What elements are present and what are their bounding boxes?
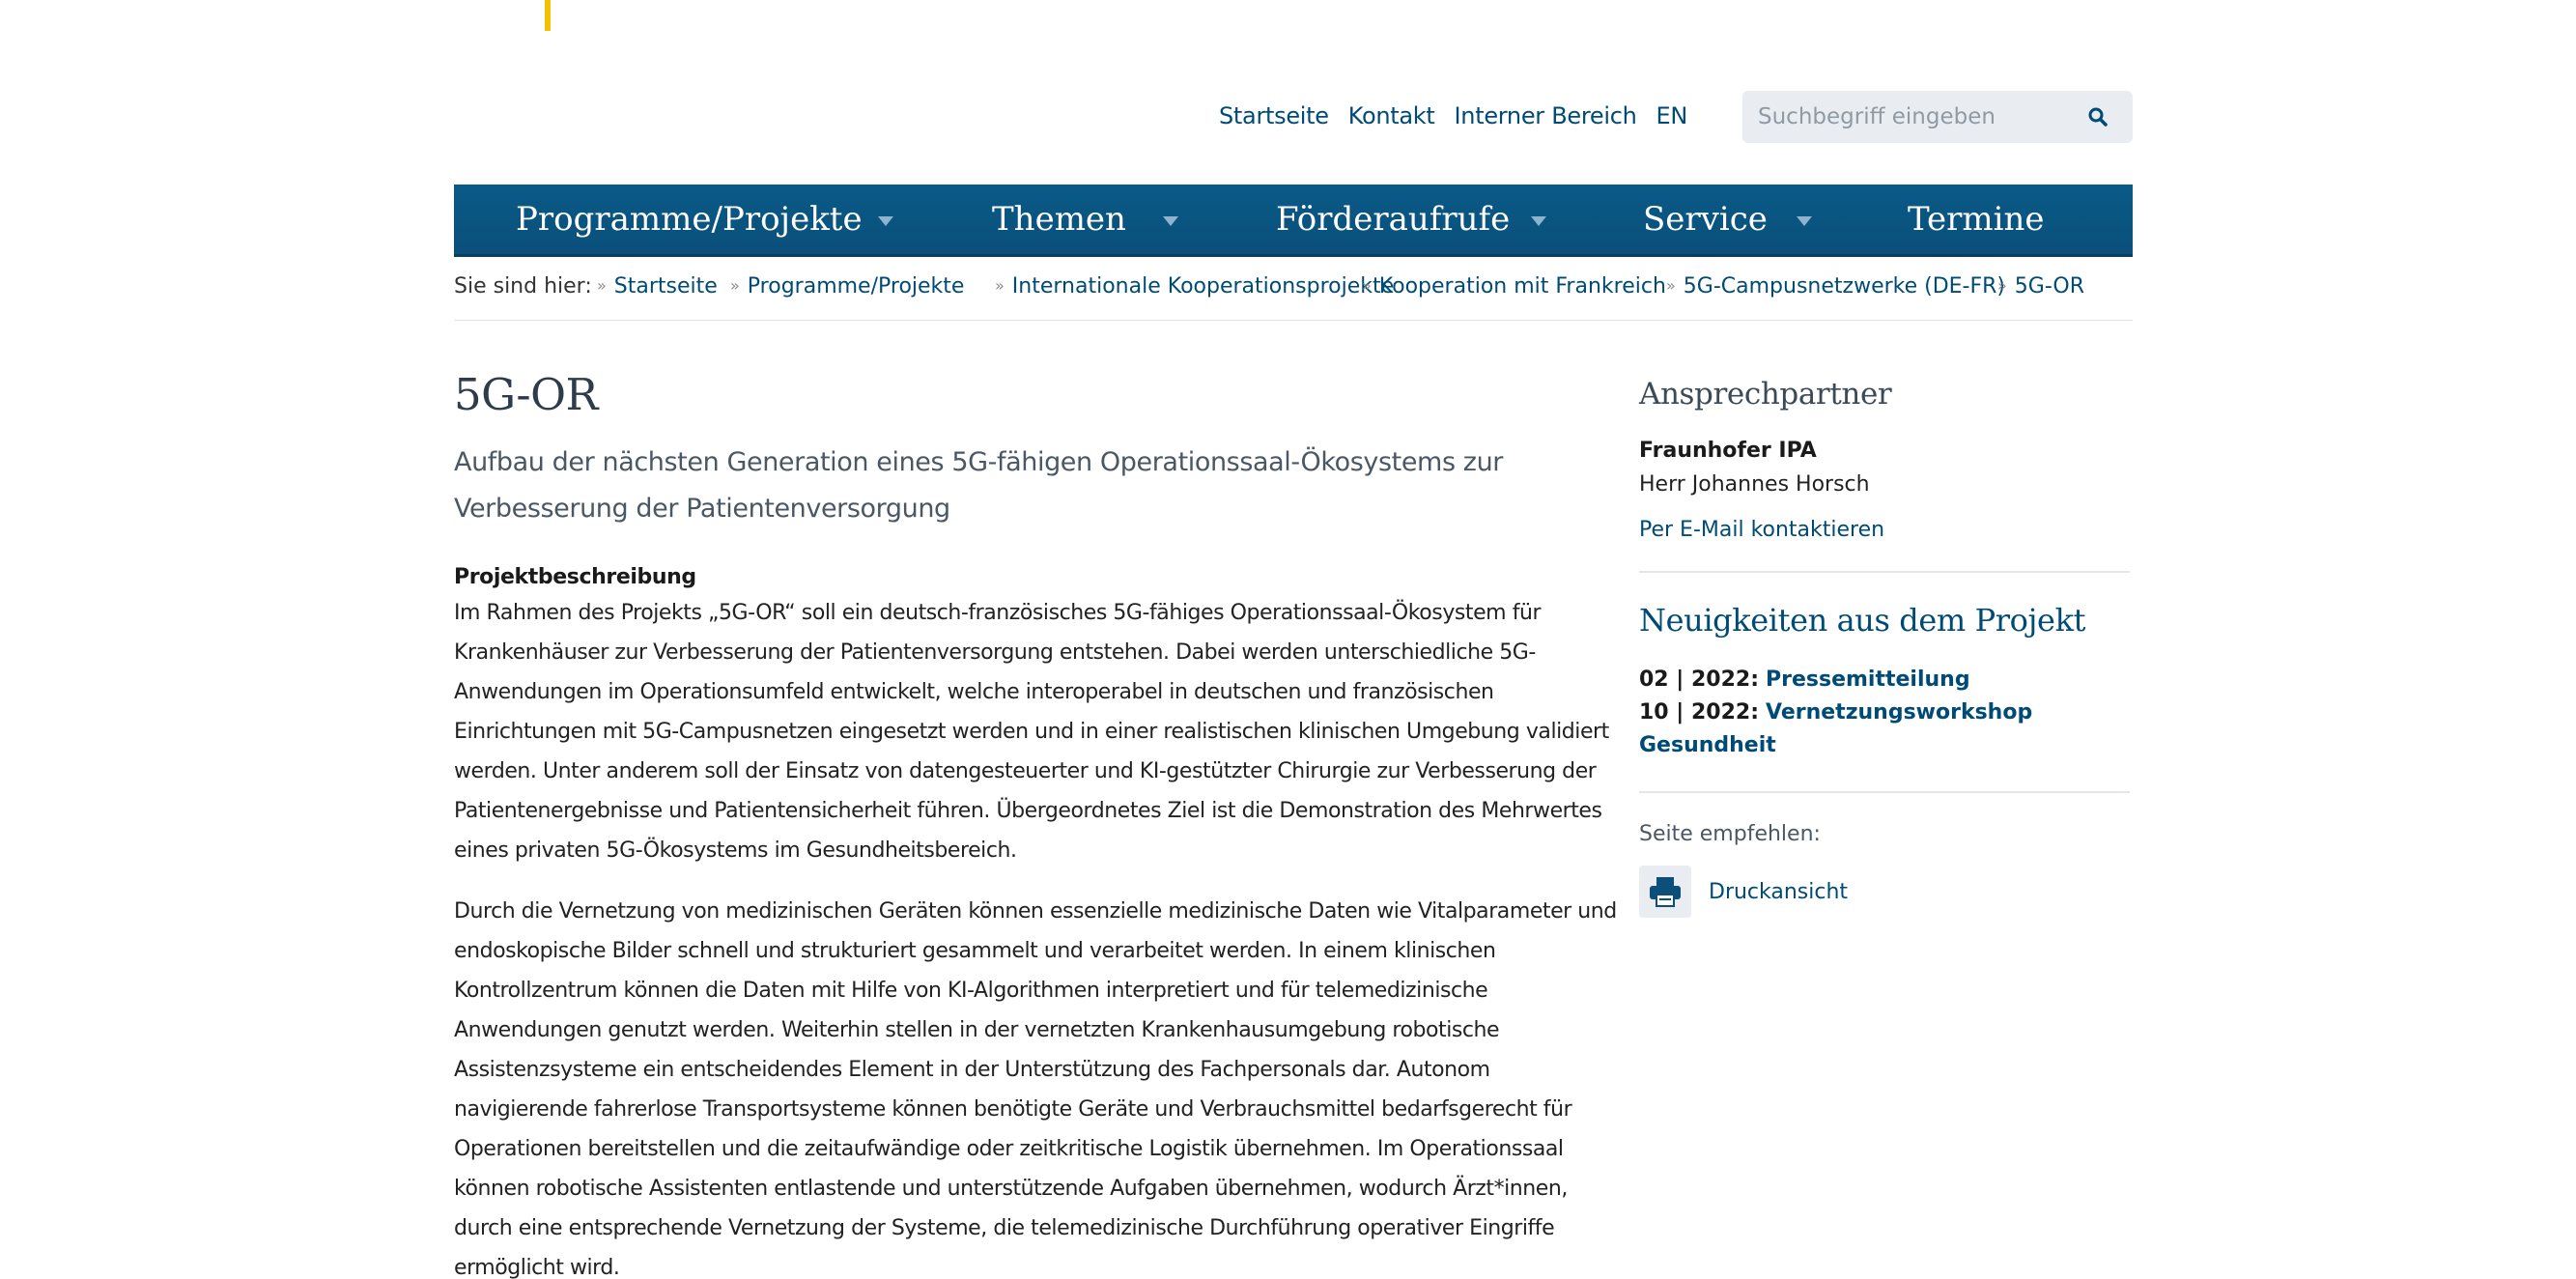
main-nav-programme[interactable]: Programme/Projekte xyxy=(516,200,893,239)
breadcrumb-item[interactable]: Internationale Kooperationsprojekte xyxy=(995,274,1394,298)
breadcrumb-item[interactable]: Kooperation mit Frankreich xyxy=(1362,274,1666,298)
news-date: 02 | 2022: xyxy=(1639,668,1759,692)
chevron-down-icon xyxy=(877,216,893,226)
chevron-down-icon xyxy=(1531,216,1547,226)
section-heading: Projektbeschreibung xyxy=(454,565,696,589)
email-contact-link[interactable]: Per E-Mail kontaktieren xyxy=(1639,518,2130,542)
print-view-link[interactable]: Druckansicht xyxy=(1709,880,1848,904)
meta-nav-language[interactable]: EN xyxy=(1656,102,1688,129)
main-nav-label: Service xyxy=(1643,200,1768,239)
news-date: 10 | 2022: xyxy=(1639,700,1759,725)
list-item: 10 | 2022: Vernetzungsworkshop Gesundhei… xyxy=(1639,696,2130,762)
meta-nav-internal[interactable]: Interner Bereich xyxy=(1455,102,1637,129)
page-subtitle: Aufbau der nächsten Generation eines 5G-… xyxy=(454,447,1503,524)
search-icon[interactable] xyxy=(2088,107,2108,127)
breadcrumb-item[interactable]: Startseite xyxy=(597,274,718,298)
main-nav-label: Förderaufrufe xyxy=(1276,200,1511,239)
page-title: 5G-OR xyxy=(454,369,598,420)
list-item: 02 | 2022: Pressemitteilung xyxy=(1639,664,2130,696)
main-nav-label: Programme/Projekte xyxy=(516,200,863,239)
main-nav-foerderaufrufe[interactable]: Förderaufrufe xyxy=(1276,200,1547,239)
meta-nav-home[interactable]: Startseite xyxy=(1219,102,1329,129)
contact-heading: Ansprechpartner xyxy=(1639,377,1892,412)
main-navigation: Programme/Projekte Themen Förderaufrufe … xyxy=(454,185,2133,257)
divider xyxy=(1639,791,2130,793)
print-row: Druckansicht xyxy=(1639,866,2130,918)
meta-nav-contact[interactable]: Kontakt xyxy=(1348,102,1435,129)
description-paragraph: Durch die Vernetzung von medizinischen G… xyxy=(454,899,1617,1279)
news-link[interactable]: Pressemitteilung xyxy=(1766,668,1970,692)
search-input[interactable] xyxy=(1758,104,2067,129)
main-nav-label: Themen xyxy=(992,200,1126,239)
breadcrumb-item[interactable]: 5G-Campusnetzwerke (DE-FR) xyxy=(1666,274,2005,298)
breadcrumb-item-current[interactable]: 5G-OR xyxy=(1997,274,2084,298)
sidebar: Ansprechpartner Fraunhofer IPA Herr Joha… xyxy=(1639,377,2130,918)
breadcrumb-lead: Sie sind hier: xyxy=(454,274,592,298)
meta-navigation: Startseite Kontakt Interner Bereich EN xyxy=(1219,102,1707,129)
chevron-down-icon xyxy=(1162,216,1178,226)
main-nav-service[interactable]: Service xyxy=(1643,200,1812,239)
description-paragraph: Im Rahmen des Projekts „5G-OR“ soll ein … xyxy=(454,601,1609,863)
breadcrumb-item[interactable]: Programme/Projekte xyxy=(730,274,965,298)
contact-person: Herr Johannes Horsch xyxy=(1639,472,1870,497)
divider xyxy=(1639,571,2130,573)
contact-organization: Fraunhofer IPA xyxy=(1639,439,1817,463)
news-list: 02 | 2022: Pressemitteilung 10 | 2022: V… xyxy=(1639,664,2130,762)
printer-icon[interactable] xyxy=(1639,866,1691,918)
main-nav-label: Termine xyxy=(1908,200,2045,239)
main-nav-termine[interactable]: Termine xyxy=(1908,200,2045,239)
chevron-down-icon xyxy=(1796,216,1812,226)
main-nav-themen[interactable]: Themen xyxy=(992,200,1178,239)
breadcrumb: Sie sind hier: Startseite Programme/Proj… xyxy=(454,274,2133,321)
search-box xyxy=(1742,91,2133,143)
main-content: 5G-OR Aufbau der nächsten Generation ein… xyxy=(454,369,1618,1279)
logo-accent-bar xyxy=(545,0,551,31)
recommend-label: Seite empfehlen: xyxy=(1639,822,1821,846)
news-heading: Neuigkeiten aus dem Projekt xyxy=(1639,602,2086,639)
